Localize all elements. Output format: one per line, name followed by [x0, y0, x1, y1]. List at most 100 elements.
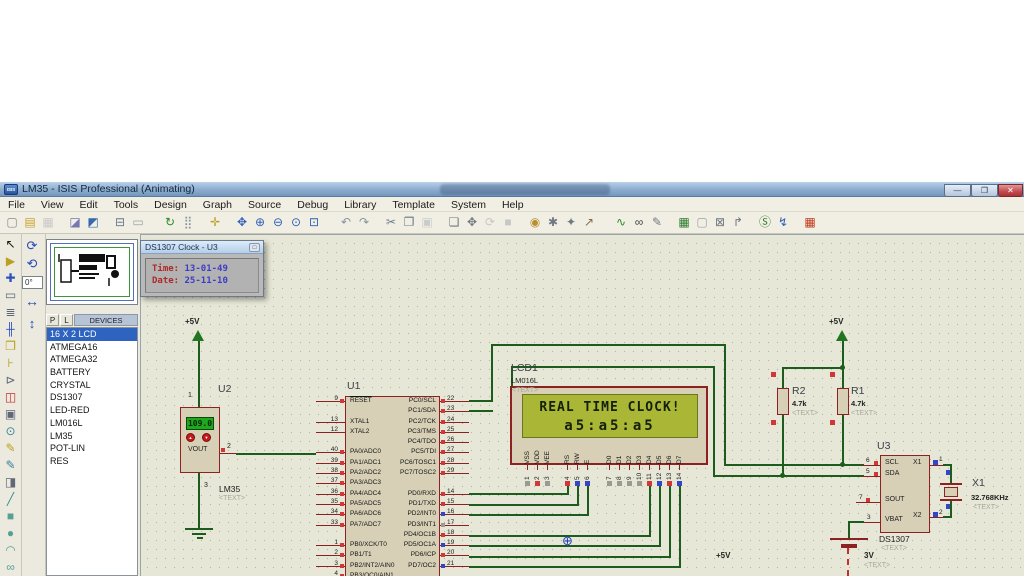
terminal-tool[interactable]: ⊦ — [0, 355, 21, 372]
voltage-probe-tool[interactable]: ✎ — [0, 440, 21, 457]
menu-edit[interactable]: Edit — [72, 198, 106, 213]
text-script-tool[interactable]: ≣ — [0, 304, 21, 321]
rotate-clockwise-icon[interactable]: ⟳ — [23, 238, 41, 254]
new-sheet-button[interactable]: ▢ — [693, 214, 711, 232]
library-button[interactable]: L — [60, 314, 73, 326]
menu-file[interactable]: File — [0, 198, 33, 213]
device-lm016l[interactable]: LM016L — [47, 417, 137, 430]
bill-of-materials-button[interactable]: Ⓢ — [756, 214, 774, 232]
electrical-check-button[interactable]: ↯ — [774, 214, 792, 232]
property-assignment-button[interactable]: ✎ — [648, 214, 666, 232]
power-terminal-icon[interactable] — [192, 330, 204, 341]
block-copy-button[interactable]: ❏ — [445, 214, 463, 232]
block-delete-button[interactable]: ■ — [499, 214, 517, 232]
device-crystal[interactable]: CRYSTAL — [47, 379, 137, 392]
tape-recorder-tool[interactable]: ▣ — [0, 406, 21, 423]
decompose-button[interactable]: ↗ — [580, 214, 598, 232]
arc-2d-tool[interactable]: ◠ — [0, 542, 21, 559]
current-probe-tool[interactable]: ✎ — [0, 457, 21, 474]
device-atmega32[interactable]: ATMEGA32 — [47, 353, 137, 366]
pick-parts-button[interactable]: P — [46, 314, 59, 326]
power-terminal-icon[interactable] — [836, 330, 848, 341]
device-atmega16[interactable]: ATMEGA16 — [47, 341, 137, 354]
device-ds1307[interactable]: DS1307 — [47, 391, 137, 404]
rotate-anticlockwise-icon[interactable]: ⟲ — [23, 256, 41, 272]
redo-button[interactable]: ↷ — [355, 214, 373, 232]
menu-help[interactable]: Help — [494, 198, 532, 213]
print-area-button[interactable]: ▭ — [129, 214, 147, 232]
bus-tool[interactable]: ╫ — [0, 321, 21, 338]
new-file-button[interactable]: ▢ — [3, 214, 21, 232]
line-2d-tool[interactable]: ╱ — [0, 491, 21, 508]
path-2d-tool[interactable]: ∞ — [0, 559, 21, 576]
packaging-tool-button[interactable]: ✦ — [562, 214, 580, 232]
device-battery[interactable]: BATTERY — [47, 366, 137, 379]
zoom-area-button[interactable]: ⊡ — [305, 214, 323, 232]
device-lm35[interactable]: LM35 — [47, 430, 137, 443]
cut-button[interactable]: ✂ — [382, 214, 400, 232]
block-move-button[interactable]: ✥ — [463, 214, 481, 232]
device-16x2-lcd[interactable]: 16 X 2 LCD — [47, 328, 137, 341]
menu-view[interactable]: View — [33, 198, 72, 213]
save-button[interactable]: ▦ — [39, 214, 57, 232]
mirror-vertical-icon[interactable]: ↕ — [23, 316, 41, 332]
device-pot-lin[interactable]: POT-LIN — [47, 442, 137, 455]
subcircuit-tool[interactable]: ❐ — [0, 338, 21, 355]
import-section-button[interactable]: ◪ — [66, 214, 84, 232]
device-pin-tool[interactable]: ⊳ — [0, 372, 21, 389]
popup-title-bar[interactable]: DS1307 Clock - U3 — [141, 241, 263, 254]
menu-debug[interactable]: Debug — [289, 198, 336, 213]
maximize-button[interactable]: ❐ — [971, 184, 998, 197]
popup-collapse-button[interactable]: □ — [249, 243, 260, 252]
component-mode-tool[interactable]: ▶ — [0, 253, 21, 270]
resistor-r1[interactable] — [837, 388, 849, 415]
export-section-button[interactable]: ◩ — [84, 214, 102, 232]
rotation-angle-field[interactable]: 0° — [22, 276, 43, 289]
menu-system[interactable]: System — [443, 198, 494, 213]
mirror-horizontal-icon[interactable]: ↔ — [23, 294, 41, 310]
generator-tool[interactable]: ⊙ — [0, 423, 21, 440]
wire-label-tool[interactable]: ▭ — [0, 287, 21, 304]
resistor-r2[interactable] — [777, 388, 789, 415]
pan-button[interactable]: ✥ — [233, 214, 251, 232]
device-led-red[interactable]: LED-RED — [47, 404, 137, 417]
pick-device-button[interactable]: ◉ — [526, 214, 544, 232]
goto-sheet-button[interactable]: ↱ — [729, 214, 747, 232]
menu-library[interactable]: Library — [336, 198, 384, 213]
device-res[interactable]: RES — [47, 455, 137, 468]
crystal-component[interactable] — [944, 487, 958, 497]
zoom-in-button[interactable]: ⊕ — [251, 214, 269, 232]
design-explorer-button[interactable]: ▦ — [675, 214, 693, 232]
menu-design[interactable]: Design — [146, 198, 195, 213]
menu-source[interactable]: Source — [240, 198, 289, 213]
menu-tools[interactable]: Tools — [106, 198, 147, 213]
toggle-grid-button[interactable]: ⣿ — [179, 214, 197, 232]
origin-button[interactable]: ✛ — [206, 214, 224, 232]
block-rotate-button[interactable]: ⟳ — [481, 214, 499, 232]
make-device-button[interactable]: ✱ — [544, 214, 562, 232]
redraw-button[interactable]: ↻ — [161, 214, 179, 232]
netlist-to-ares-button[interactable]: ▦ — [801, 214, 819, 232]
circle-2d-tool[interactable]: ● — [0, 525, 21, 542]
remove-sheet-button[interactable]: ⊠ — [711, 214, 729, 232]
menu-template[interactable]: Template — [384, 198, 443, 213]
junction-dot-tool[interactable]: ✚ — [0, 270, 21, 287]
minimize-button[interactable]: — — [944, 184, 971, 197]
paste-button[interactable]: ▣ — [418, 214, 436, 232]
menu-graph[interactable]: Graph — [195, 198, 240, 213]
close-button[interactable]: ✕ — [998, 184, 1023, 197]
print-button[interactable]: ⊟ — [111, 214, 129, 232]
undo-button[interactable]: ↶ — [337, 214, 355, 232]
zoom-all-button[interactable]: ⊙ — [287, 214, 305, 232]
open-folder-button[interactable]: ▤ — [21, 214, 39, 232]
lm35-increase-button[interactable]: ▲ — [186, 433, 195, 442]
wire-autorouter-button[interactable]: ∿ — [612, 214, 630, 232]
selection-pointer-tool[interactable]: ↖ — [0, 236, 21, 253]
virtual-instrument-tool[interactable]: ◨ — [0, 474, 21, 491]
box-2d-tool[interactable]: ■ — [0, 508, 21, 525]
zoom-out-button[interactable]: ⊖ — [269, 214, 287, 232]
graph-mode-tool[interactable]: ◫ — [0, 389, 21, 406]
search-tag-button[interactable]: ∞ — [630, 214, 648, 232]
copy-button[interactable]: ❐ — [400, 214, 418, 232]
lm35-decrease-button[interactable]: ▼ — [202, 433, 211, 442]
